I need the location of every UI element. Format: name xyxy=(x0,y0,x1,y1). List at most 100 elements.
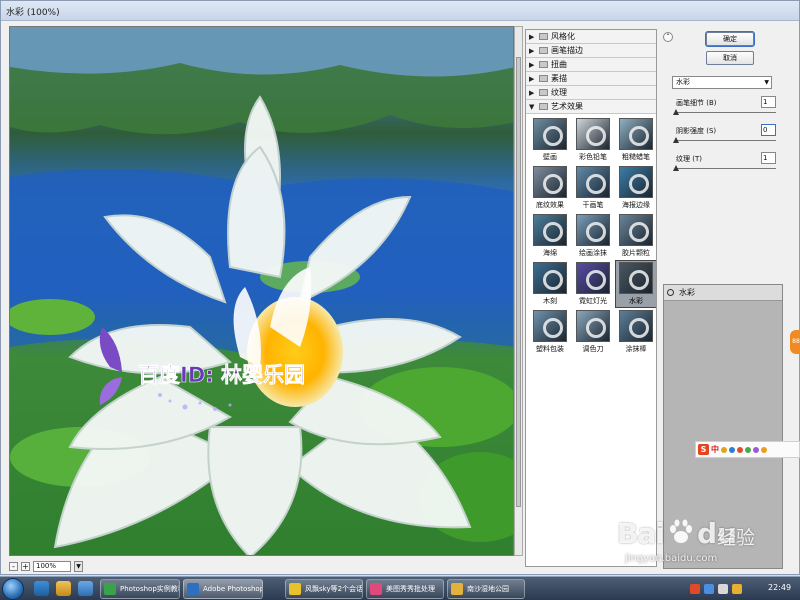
taskbar-task[interactable]: Adobe Photoshop ... xyxy=(183,579,263,599)
triangle-right-icon: ▶ xyxy=(529,46,535,55)
filter-label: 木刻 xyxy=(543,297,557,305)
zoom-in-button[interactable]: + xyxy=(21,561,30,571)
param-value-input[interactable]: 0 xyxy=(761,124,776,136)
filter-thumbnail[interactable]: 水彩 xyxy=(615,260,656,308)
ie-icon[interactable] xyxy=(34,581,49,596)
task-label: 美图秀秀批处理 xyxy=(386,585,435,593)
scroll-thumb[interactable] xyxy=(516,57,521,507)
slider-track[interactable] xyxy=(676,112,776,113)
punctuation-icon[interactable] xyxy=(729,446,735,453)
slider-thumb[interactable] xyxy=(673,109,679,115)
filter-thumbnail[interactable]: 霓虹灯光 xyxy=(573,261,613,307)
preview-watermark-text: 百度ID: 林婴乐园 xyxy=(138,363,305,387)
skin-icon[interactable] xyxy=(745,446,751,453)
network-icon[interactable] xyxy=(704,584,714,594)
folder-icon xyxy=(539,103,548,110)
keyboard-icon[interactable] xyxy=(737,446,743,453)
task-label: 风飘sky等2个会话 xyxy=(305,585,363,593)
slider-track[interactable] xyxy=(676,168,776,169)
chevron-down-icon: ▼ xyxy=(764,79,769,86)
param-value-input[interactable]: 1 xyxy=(761,152,776,164)
ime-toolbar[interactable]: S 中 xyxy=(695,441,800,458)
filter-thumbnail[interactable]: 海报边缘 xyxy=(616,165,656,211)
triangle-right-icon: ▶ xyxy=(529,88,535,97)
category-item[interactable]: ▶ 风格化 xyxy=(526,30,656,44)
sogou-icon[interactable]: S xyxy=(698,444,709,455)
filter-thumbnail[interactable]: 海绵 xyxy=(530,213,570,259)
filter-thumbnail[interactable]: 彩色铅笔 xyxy=(573,117,613,163)
flag-icon[interactable] xyxy=(732,584,742,594)
filter-label: 粗糙蜡笔 xyxy=(622,153,650,161)
preview-vertical-scrollbar[interactable] xyxy=(514,26,523,556)
cancel-button[interactable]: 取消 xyxy=(706,51,754,65)
filter-preview-image xyxy=(619,310,653,342)
filter-thumbnail[interactable]: 胶片颗粒 xyxy=(616,213,656,259)
filter-thumbnail[interactable]: 塑料包装 xyxy=(530,309,570,355)
ok-button[interactable]: 确定 xyxy=(705,31,755,47)
taskbar-task[interactable]: 美图秀秀批处理 xyxy=(366,579,444,599)
tools-icon[interactable] xyxy=(753,446,759,453)
zoom-select[interactable]: 100% xyxy=(33,560,71,572)
effect-layer-row[interactable]: 水彩 xyxy=(664,285,782,301)
filter-preview-image xyxy=(533,262,567,294)
category-item[interactable]: ▶ 扭曲 xyxy=(526,58,656,72)
zoom-dropdown-icon[interactable]: ▼ xyxy=(74,560,83,572)
category-label: 扭曲 xyxy=(551,60,567,69)
layer-label: 水彩 xyxy=(679,288,695,297)
taskbar-task[interactable]: 风飘sky等2个会话 xyxy=(285,579,363,599)
volume-icon[interactable] xyxy=(718,584,728,594)
filter-label: 底纹效果 xyxy=(536,201,564,209)
slider-thumb[interactable] xyxy=(673,165,679,171)
filter-preview-image xyxy=(619,214,653,246)
side-tab[interactable]: 88 xyxy=(790,330,800,354)
param-value-input[interactable]: 1 xyxy=(761,96,776,108)
filter-label: 海绵 xyxy=(543,249,557,257)
folder-icon xyxy=(539,47,548,54)
sogou-tray-icon[interactable] xyxy=(690,584,700,594)
media-icon[interactable] xyxy=(78,581,93,596)
app-icon xyxy=(187,583,199,595)
filter-thumbnail[interactable]: 木刻 xyxy=(530,261,570,307)
category-artistic[interactable]: ▼ 艺术效果 xyxy=(526,100,656,114)
taskbar-task[interactable]: Photoshop实例教程... xyxy=(100,579,180,599)
filter-label: 调色刀 xyxy=(582,345,604,353)
filter-preview-image xyxy=(619,262,653,294)
filter-label: 胶片颗粒 xyxy=(622,249,650,257)
image-preview[interactable]: 百度ID: 林婴乐园 xyxy=(9,26,514,556)
ime-language-label[interactable]: 中 xyxy=(711,444,719,455)
filter-thumbnail[interactable]: 干画笔 xyxy=(573,165,613,211)
filter-thumbnail[interactable]: 涂抹棒 xyxy=(616,309,656,355)
filter-thumbnail[interactable]: 底纹效果 xyxy=(530,165,570,211)
filter-preview-image xyxy=(576,166,610,198)
slider-thumb[interactable] xyxy=(673,137,679,143)
category-item[interactable]: ▶ 素描 xyxy=(526,72,656,86)
filter-thumbnail[interactable]: 壁画 xyxy=(530,117,570,163)
start-button[interactable] xyxy=(2,578,24,600)
moon-icon[interactable] xyxy=(721,446,727,453)
filter-select[interactable]: 水彩 ▼ xyxy=(672,76,772,89)
filter-thumbnail[interactable]: 粗糙蜡笔 xyxy=(616,117,656,163)
filter-thumbnail[interactable]: 调色刀 xyxy=(573,309,613,355)
filter-label: 壁画 xyxy=(543,153,557,161)
title-bar[interactable]: 水彩 (100%) xyxy=(1,1,799,21)
taskbar: Photoshop实例教程... Adobe Photoshop ... 风飘sky… xyxy=(0,576,800,600)
taskbar-task[interactable]: 南沙湿地公园 xyxy=(447,579,525,599)
slider-track[interactable] xyxy=(676,140,776,141)
folder-icon xyxy=(539,61,548,68)
eye-icon[interactable] xyxy=(667,289,674,296)
collapse-gallery-icon[interactable]: ⌃ xyxy=(663,32,673,42)
explorer-icon[interactable] xyxy=(56,581,71,596)
settings-icon[interactable] xyxy=(761,446,767,453)
triangle-right-icon: ▶ xyxy=(529,60,535,69)
filter-preview-image xyxy=(533,310,567,342)
category-item[interactable]: ▶ 画笔描边 xyxy=(526,44,656,58)
task-label: Adobe Photoshop ... xyxy=(203,585,263,593)
window-title: 水彩 (100%) xyxy=(6,8,60,18)
category-item[interactable]: ▶ 纹理 xyxy=(526,86,656,100)
zoom-out-button[interactable]: - xyxy=(9,561,18,571)
triangle-down-icon: ▼ xyxy=(529,102,535,111)
filter-thumbnail[interactable]: 绘画涂抹 xyxy=(573,213,613,259)
param-label: 纹理 (T) xyxy=(676,155,702,163)
param-label: 阴影强度 (S) xyxy=(676,127,717,135)
folder-icon xyxy=(539,33,548,40)
